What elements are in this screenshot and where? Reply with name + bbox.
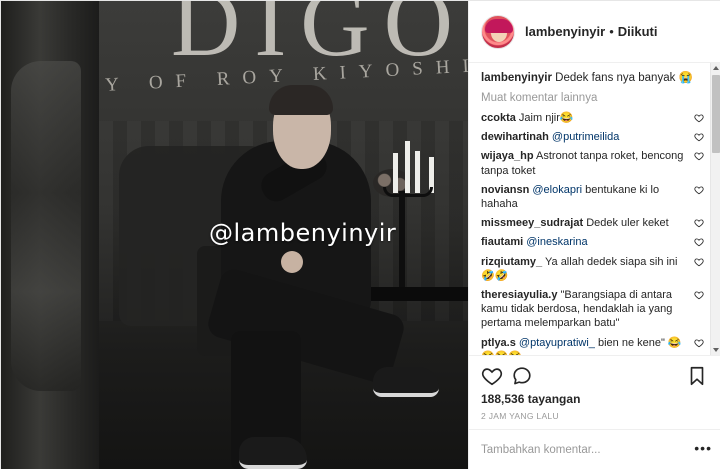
candelabra-stand bbox=[399, 191, 405, 291]
media-blur-left bbox=[1, 1, 99, 469]
comment-item: noviansn @elokapri bentukane ki lo hahah… bbox=[481, 183, 710, 211]
post-side-panel: lambenyinyir • Diikuti lambenyinyir Dede… bbox=[468, 1, 720, 469]
shoe-right bbox=[373, 367, 439, 397]
comment-username[interactable]: ptlya.s bbox=[481, 337, 516, 349]
comment-item: ptlya.s @ptayupratiwi_ bien ne kene" 😂😂😂… bbox=[481, 336, 710, 355]
comment-text: Dedek uler keket bbox=[586, 217, 669, 230]
comment-username[interactable]: theresiayulia.y bbox=[481, 289, 557, 301]
heart-icon[interactable] bbox=[694, 257, 704, 267]
media-watermark: @lambenyinyir bbox=[209, 219, 397, 247]
caption-text: Dedek fans nya banyak 😭 bbox=[555, 72, 693, 84]
side-table bbox=[371, 287, 468, 301]
instagram-post: DIGO Y OF ROY KIYOSHI @lambenyinyir lamb… bbox=[0, 0, 720, 469]
heart-icon[interactable] bbox=[694, 290, 704, 300]
scroll-down-arrow-icon[interactable] bbox=[713, 348, 719, 352]
comment-username[interactable]: noviansn bbox=[481, 184, 529, 196]
view-count: 188,536 tayangan bbox=[481, 392, 581, 406]
follow-status-button[interactable]: Diikuti bbox=[618, 24, 658, 39]
comment-icon[interactable] bbox=[511, 365, 533, 387]
candle bbox=[405, 141, 410, 193]
shoe-left bbox=[239, 437, 307, 469]
comment-text: Jaim njir😂 bbox=[518, 112, 574, 124]
header-username[interactable]: lambenyinyir bbox=[525, 24, 605, 39]
post-header: lambenyinyir • Diikuti bbox=[469, 1, 720, 63]
header-separator: • bbox=[609, 24, 614, 39]
comment-item: fiautami @ineskarina bbox=[481, 235, 710, 249]
comment-item: dewihartinah @putrimeilida bbox=[481, 130, 710, 144]
comment-username[interactable]: missmeey_sudrajat bbox=[481, 217, 583, 229]
comment-item: missmeey_sudrajat Dedek uler keket bbox=[481, 216, 710, 230]
comment-item: ccokta Jaim njir😂 bbox=[481, 111, 710, 125]
comment-item: theresiayulia.y "Barangsiapa di antara k… bbox=[481, 288, 710, 331]
post-time[interactable]: 2 JAM YANG LALU bbox=[481, 411, 559, 421]
comment-username[interactable]: rizqiutamy_ bbox=[481, 256, 542, 268]
person-hair bbox=[269, 85, 333, 115]
comment-mention[interactable]: @elokapri bbox=[532, 184, 582, 196]
heart-icon[interactable] bbox=[694, 132, 704, 142]
more-options-icon[interactable]: ••• bbox=[694, 440, 712, 456]
heart-icon[interactable] bbox=[481, 365, 503, 387]
comments-list[interactable]: lambenyinyir Dedek fans nya banyak 😭 Mua… bbox=[469, 63, 720, 355]
post-caption: lambenyinyir Dedek fans nya banyak 😭 bbox=[481, 71, 710, 86]
load-more-comments-link[interactable]: Muat komentar lainnya bbox=[481, 92, 710, 104]
heart-icon[interactable] bbox=[694, 113, 704, 123]
comment-mention[interactable]: @putrimeilida bbox=[552, 131, 619, 143]
comments-scrollbar[interactable] bbox=[710, 63, 720, 355]
add-comment-input[interactable] bbox=[481, 442, 681, 458]
heart-icon[interactable] bbox=[694, 237, 704, 247]
heart-icon[interactable] bbox=[694, 185, 704, 195]
comment-username[interactable]: wijaya_hp bbox=[481, 150, 534, 162]
person-hand bbox=[281, 251, 303, 273]
scroll-thumb[interactable] bbox=[712, 75, 720, 153]
candelabra-arms bbox=[383, 187, 433, 197]
comment-item: wijaya_hp Astronot tanpa roket, bencong … bbox=[481, 149, 710, 177]
heart-icon[interactable] bbox=[694, 151, 704, 161]
add-comment-bar: ••• bbox=[469, 429, 720, 469]
media-ghost-shape bbox=[11, 61, 81, 391]
caption-username[interactable]: lambenyinyir bbox=[481, 72, 552, 84]
avatar[interactable] bbox=[481, 14, 515, 49]
post-media[interactable]: DIGO Y OF ROY KIYOSHI @lambenyinyir bbox=[1, 1, 468, 469]
bookmark-icon[interactable] bbox=[686, 365, 708, 387]
heart-icon[interactable] bbox=[694, 218, 704, 228]
comment-mention[interactable]: @ineskarina bbox=[526, 236, 587, 248]
scroll-up-arrow-icon[interactable] bbox=[713, 66, 719, 70]
comment-item: rizqiutamy_ Ya allah dedek siapa sih ini… bbox=[481, 255, 710, 283]
comment-username[interactable]: fiautami bbox=[481, 236, 523, 248]
comment-username[interactable]: ccokta bbox=[481, 112, 516, 124]
heart-icon[interactable] bbox=[694, 338, 704, 348]
comment-username[interactable]: dewihartinah bbox=[481, 131, 549, 143]
comment-mention[interactable]: @ptayupratiwi_ bbox=[519, 337, 595, 349]
action-bar bbox=[469, 355, 720, 395]
